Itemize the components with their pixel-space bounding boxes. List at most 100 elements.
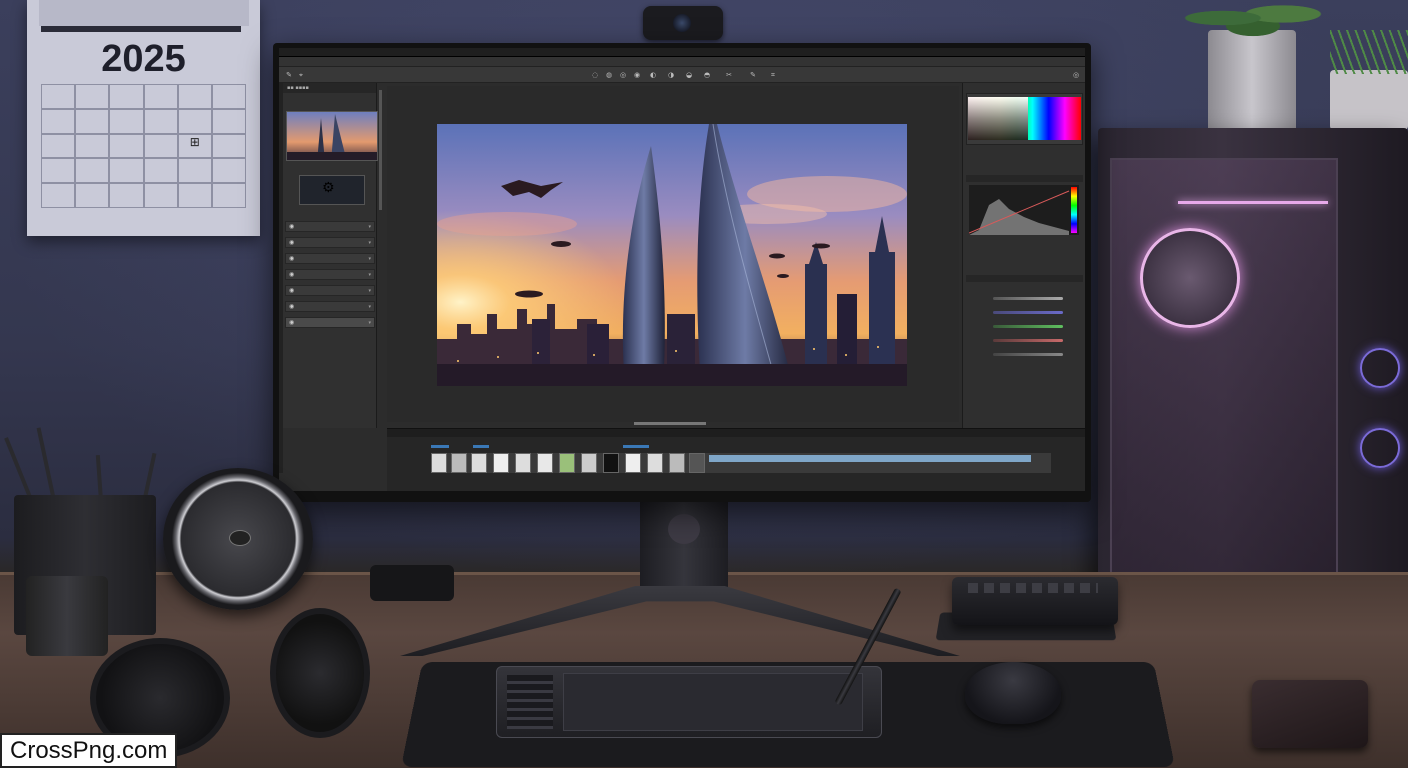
timeline-frame[interactable] <box>431 453 447 473</box>
calendar-binding <box>41 26 241 32</box>
layer-row[interactable]: ◉ ▾ <box>285 285 375 296</box>
adjustments-panel-header <box>966 275 1083 282</box>
layers-panel: ▪▪ ▪▪▪▪ ⚙ ◉ ▾ ◉ ▾ ◉ ▾ ◉ ▾ ◉ ▾ ◉ ▾ ◉ ▾ <box>283 83 378 428</box>
drawing-tablet <box>496 666 882 738</box>
layer-row[interactable]: ◉ ▾ <box>285 301 375 312</box>
tool-icon[interactable]: ✎ <box>285 71 293 79</box>
timeline-clip[interactable] <box>709 455 1031 462</box>
adjustment-slider[interactable] <box>993 339 1063 342</box>
pc-case <box>1098 128 1408 648</box>
calendar-grid: ⊞ <box>41 84 246 208</box>
tool-icon[interactable]: ⌗ <box>769 71 777 79</box>
timeline-frame[interactable] <box>689 453 705 473</box>
chevron-down-icon: ▾ <box>368 272 371 278</box>
tool-icon[interactable]: ◌ <box>591 71 599 79</box>
chevron-down-icon: ▾ <box>368 304 371 310</box>
timeline-header <box>387 429 1085 437</box>
webcam-lens-icon <box>673 14 691 32</box>
tool-icon[interactable]: ✂ <box>725 71 733 79</box>
menu-bar: ▪ ▪ ▪▪▪▪▪▪ ▪▪▪▪ ▪▪ ▪▪▪▪▪ <box>279 48 1085 65</box>
chevron-down-icon: ▾ <box>368 224 371 230</box>
asset-thumbnail[interactable]: ⚙ <box>299 175 365 205</box>
adjustment-slider[interactable] <box>993 325 1063 328</box>
control-deck-keys <box>968 583 1098 593</box>
adjustment-slider[interactable] <box>993 311 1063 314</box>
layer-row[interactable]: ◉ ▾ <box>285 221 375 232</box>
layer-row[interactable]: ◉ ▾ <box>285 253 375 264</box>
headphone-cup <box>270 608 370 738</box>
tool-icon[interactable]: ◉ <box>633 71 641 79</box>
wall-calendar: 2025 ⊞ <box>27 0 260 236</box>
panel-scrollbar[interactable] <box>379 90 382 210</box>
timeline-frame[interactable] <box>537 453 553 473</box>
spectrum-bar[interactable] <box>1071 187 1077 233</box>
timeline-frame[interactable] <box>581 453 597 473</box>
eye-icon: ◉ <box>289 303 295 310</box>
timeline-marker[interactable] <box>623 445 649 448</box>
timeline-frame[interactable] <box>603 453 619 473</box>
timeline-frame[interactable] <box>559 453 575 473</box>
calendar-top-page <box>39 0 249 26</box>
eye-icon: ◉ <box>289 271 295 278</box>
city-artwork <box>437 124 907 386</box>
histogram-panel-header <box>966 175 1083 182</box>
speaker <box>163 468 313 610</box>
adjustment-slider[interactable] <box>993 353 1063 356</box>
tool-icon[interactable]: ✎ <box>749 71 757 79</box>
tool-icon[interactable]: ◎ <box>1072 71 1080 79</box>
tablet-express-keys <box>507 675 553 729</box>
tool-icon[interactable]: ◒ <box>685 71 693 79</box>
timeline-frame[interactable] <box>471 453 487 473</box>
calendar-marked-day: ⊞ <box>177 133 212 159</box>
layer-row-selected[interactable]: ◉ ▾ <box>285 317 375 328</box>
timeline-frame[interactable] <box>647 453 663 473</box>
timeline-frame[interactable] <box>669 453 685 473</box>
adjustment-slider[interactable] <box>993 297 1063 300</box>
tool-icon[interactable]: ◐ <box>649 71 657 79</box>
watermark: CrossPng.com <box>0 733 178 768</box>
chevron-down-icon: ▾ <box>368 320 371 326</box>
control-deck <box>952 577 1118 625</box>
front-fan-icon <box>1360 348 1400 388</box>
timeline-frame[interactable] <box>515 453 531 473</box>
webcam <box>643 6 723 40</box>
eye-icon: ◉ <box>289 223 295 230</box>
asset-icon: ⚙ <box>322 180 335 196</box>
canvas-area <box>387 86 959 422</box>
timeline-marker[interactable] <box>473 445 489 448</box>
chevron-down-icon: ▾ <box>368 256 371 262</box>
potted-plant-small <box>1330 30 1408 130</box>
eye-icon: ◉ <box>289 239 295 246</box>
chevron-down-icon: ▾ <box>368 288 371 294</box>
eye-icon: ◉ <box>289 319 295 326</box>
desk-setup-scene: 2025 ⊞ ▪ ▪ ▪▪▪▪▪▪ ▪▪▪▪ ▪▪ ▪▪▪▪▪ <box>0 0 1408 768</box>
layer-row[interactable]: ◉ ▾ <box>285 269 375 280</box>
rgb-light-strip <box>1178 201 1328 204</box>
tool-icon[interactable]: ⌖ <box>297 71 305 79</box>
editor-screen: ▪ ▪ ▪▪▪▪▪▪ ▪▪▪▪ ▪▪ ▪▪▪▪▪ ✎ ⌖ ◌ ◍ ◎ ◉ ◐ ◑… <box>279 48 1085 491</box>
right-panels <box>962 83 1085 473</box>
layer-row[interactable]: ◉ ▾ <box>285 237 375 248</box>
artwork-canvas[interactable] <box>437 124 907 386</box>
canvas-scrollbar[interactable] <box>634 422 706 425</box>
eye-icon: ◉ <box>289 255 295 262</box>
tool-icon[interactable]: ◍ <box>605 71 613 79</box>
options-bar <box>279 57 1085 67</box>
eye-icon: ◉ <box>289 287 295 294</box>
timeline-marker[interactable] <box>431 445 449 448</box>
panel-title: ▪▪ ▪▪▪▪ <box>283 83 376 93</box>
timeline-frame[interactable] <box>493 453 509 473</box>
timeline-frame[interactable] <box>451 453 467 473</box>
timeline-panel <box>387 428 1085 491</box>
toolbar: ✎ ⌖ ◌ ◍ ◎ ◉ ◐ ◑ ◒ ◓ ✂ ✎ ⌗ ◎ <box>279 67 1085 83</box>
chevron-down-icon: ▾ <box>368 240 371 246</box>
color-swatches[interactable] <box>968 97 1081 140</box>
rgb-fan-icon <box>1140 228 1240 328</box>
speaker-logo-icon <box>229 530 251 546</box>
tool-icon[interactable]: ◎ <box>619 71 627 79</box>
timeline-frame[interactable] <box>625 453 641 473</box>
tool-icon[interactable]: ◓ <box>703 71 711 79</box>
histogram <box>969 185 1079 235</box>
tool-icon[interactable]: ◑ <box>667 71 675 79</box>
image-thumbnail[interactable] <box>286 111 378 161</box>
